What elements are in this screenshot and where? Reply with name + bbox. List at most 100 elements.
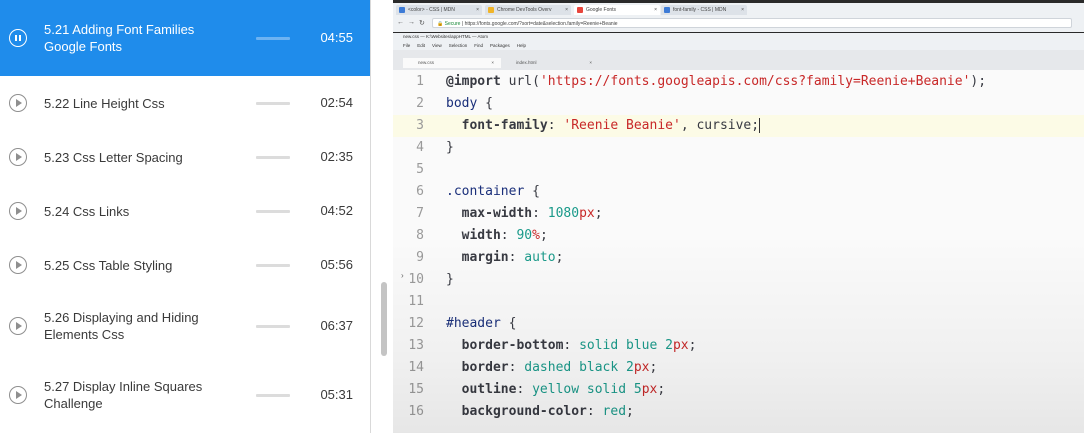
play-icon[interactable] — [9, 317, 27, 335]
code-token: : — [563, 338, 580, 353]
playlist-item[interactable]: 5.25 Css Table Styling 05:56 — [0, 238, 370, 292]
playlist-scrollbar-thumb[interactable] — [381, 282, 387, 356]
playlist-item[interactable]: 5.22 Line Height Css 02:54 — [0, 76, 370, 130]
code-token: 2 — [665, 338, 673, 353]
code-token: ; — [555, 250, 564, 265]
line-number: 11 — [408, 294, 424, 309]
code-text: border: dashed black 2px; — [446, 357, 658, 379]
line-number: 9 — [416, 250, 424, 265]
code-token: { — [500, 316, 517, 331]
atom-menu-item[interactable]: Find — [474, 43, 483, 48]
favicon-icon — [577, 7, 583, 13]
atom-menu-item[interactable]: View — [432, 43, 442, 48]
code-token: max-width — [461, 206, 533, 221]
atom-menu-item[interactable]: Selection — [449, 43, 468, 48]
pause-icon[interactable] — [9, 29, 27, 47]
code-token: px — [579, 206, 595, 221]
play-icon[interactable] — [9, 94, 27, 112]
code-line: 16 background-color: red; — [393, 401, 1084, 423]
atom-menu-item[interactable]: File — [403, 43, 410, 48]
browser-tab[interactable]: font-family - CSS | MDN × — [661, 5, 747, 15]
code-token: : — [508, 250, 525, 265]
code-token: , cursive; — [680, 118, 760, 133]
code-line: 6 .container { — [393, 181, 1084, 203]
playlist-item[interactable]: 5.26 Displaying and Hiding Elements Css 06… — [0, 292, 370, 360]
code-text: } — [446, 137, 454, 159]
editor-tab-label: new.css — [418, 60, 435, 65]
favicon-icon — [664, 7, 670, 13]
play-icon[interactable] — [9, 256, 27, 274]
code-line: 9 margin: auto; — [393, 247, 1084, 269]
playlist-scrollbar[interactable] — [372, 0, 392, 433]
code-token: : — [508, 360, 525, 375]
playlist-item-title: 5.21 Adding Font Families Google Fonts — [44, 21, 224, 55]
playlist-divider — [370, 0, 371, 433]
code-token: margin — [461, 250, 509, 265]
line-number: 6 — [416, 184, 424, 199]
playlist-item-duration: 04:55 — [320, 30, 353, 45]
line-number: 15 — [408, 382, 424, 397]
code-token: px — [633, 360, 650, 375]
close-tab-icon[interactable]: × — [491, 58, 494, 68]
atom-menu-item[interactable]: Help — [517, 43, 526, 48]
close-tab-icon[interactable]: × — [589, 58, 592, 68]
favicon-icon — [399, 7, 405, 13]
playlist-item-duration: 05:56 — [320, 257, 353, 272]
atom-menu-item[interactable]: Edit — [417, 43, 425, 48]
atom-menu-item[interactable]: Packages — [490, 43, 510, 48]
fold-arrow-icon[interactable]: › — [401, 271, 404, 280]
code-text: max-width: 1080px; — [446, 203, 603, 225]
favicon-icon — [488, 7, 494, 13]
close-tab-icon[interactable]: × — [565, 5, 568, 15]
close-tab-icon[interactable]: × — [741, 5, 744, 15]
code-text: background-color: red; — [446, 401, 634, 423]
forward-arrow-icon[interactable]: → — [408, 19, 415, 26]
playlist-item[interactable]: 5.23 Css Letter Spacing 02:35 — [0, 130, 370, 184]
browser-chrome: <color> - CSS | MDN × Chrome DevTools Over… — [393, 3, 1084, 32]
atom-menubar: File Edit View Selection Find Packages Help — [393, 41, 1084, 50]
code-text: #header { — [446, 313, 516, 335]
line-number: 16 — [408, 404, 424, 419]
reload-icon[interactable]: ↻ — [419, 19, 425, 27]
code-token: } — [446, 272, 454, 287]
playlist-item-title: 5.27 Display Inline Squares Challenge — [44, 378, 224, 412]
editor-tab[interactable]: index.html × — [501, 58, 599, 68]
browser-tab[interactable]: <color> - CSS | MDN × — [396, 5, 482, 15]
close-tab-icon[interactable]: × — [476, 5, 479, 15]
play-icon[interactable] — [9, 386, 27, 404]
code-token: red — [602, 404, 627, 419]
browser-tab[interactable]: Google Fonts × — [574, 5, 660, 15]
code-line: 1 @import url('https://fonts.googleapis.c… — [393, 71, 1084, 93]
line-number: 3 — [416, 118, 424, 133]
play-icon[interactable] — [9, 202, 27, 220]
playlist-item[interactable]: 5.24 Css Links 04:52 — [0, 184, 370, 238]
code-line: 14 border: dashed black 2px; — [393, 357, 1084, 379]
code-token: 'https://fonts.googleapis.com/css?family… — [539, 74, 971, 89]
title-line: 5.25 Css Table Styling — [44, 257, 173, 273]
code-token: auto — [524, 250, 556, 265]
code-token: ; — [688, 338, 697, 353]
code-text: margin: auto; — [446, 247, 564, 269]
close-tab-icon[interactable]: × — [654, 5, 657, 15]
browser-tab-label: font-family - CSS | MDN — [673, 7, 727, 13]
progress-bar — [256, 325, 290, 328]
url-field[interactable]: 🔒 Secure | https://fonts.google.com/?sor… — [432, 18, 1072, 28]
play-icon[interactable] — [9, 148, 27, 166]
playlist-item-duration: 06:37 — [320, 318, 353, 333]
address-bar: ← → ↻ 🔒 Secure | https://fonts.google.co… — [393, 17, 1084, 30]
code-editor[interactable]: 16 background-color: red; 15 outline: yel… — [393, 70, 1084, 433]
atom-tab-bar: new.css × index.html × — [393, 50, 1084, 70]
playlist-item[interactable]: 5.21 Adding Font Families Google Fonts 04:… — [0, 0, 370, 76]
browser-tab[interactable]: Chrome DevTools Overv × — [485, 5, 571, 15]
editor-tab[interactable]: new.css × — [403, 58, 501, 68]
play-triangle — [15, 321, 22, 330]
video-screen[interactable]: <color> - CSS | MDN × Chrome DevTools Over… — [393, 0, 1084, 433]
progress-bar — [256, 156, 290, 159]
back-arrow-icon[interactable]: ← — [397, 19, 404, 26]
browser-tab-label: <color> - CSS | MDN — [408, 7, 455, 13]
playlist-item[interactable]: 5.27 Display Inline Squares Challenge 05:3… — [0, 360, 370, 430]
line-number: 2 — [416, 96, 424, 111]
